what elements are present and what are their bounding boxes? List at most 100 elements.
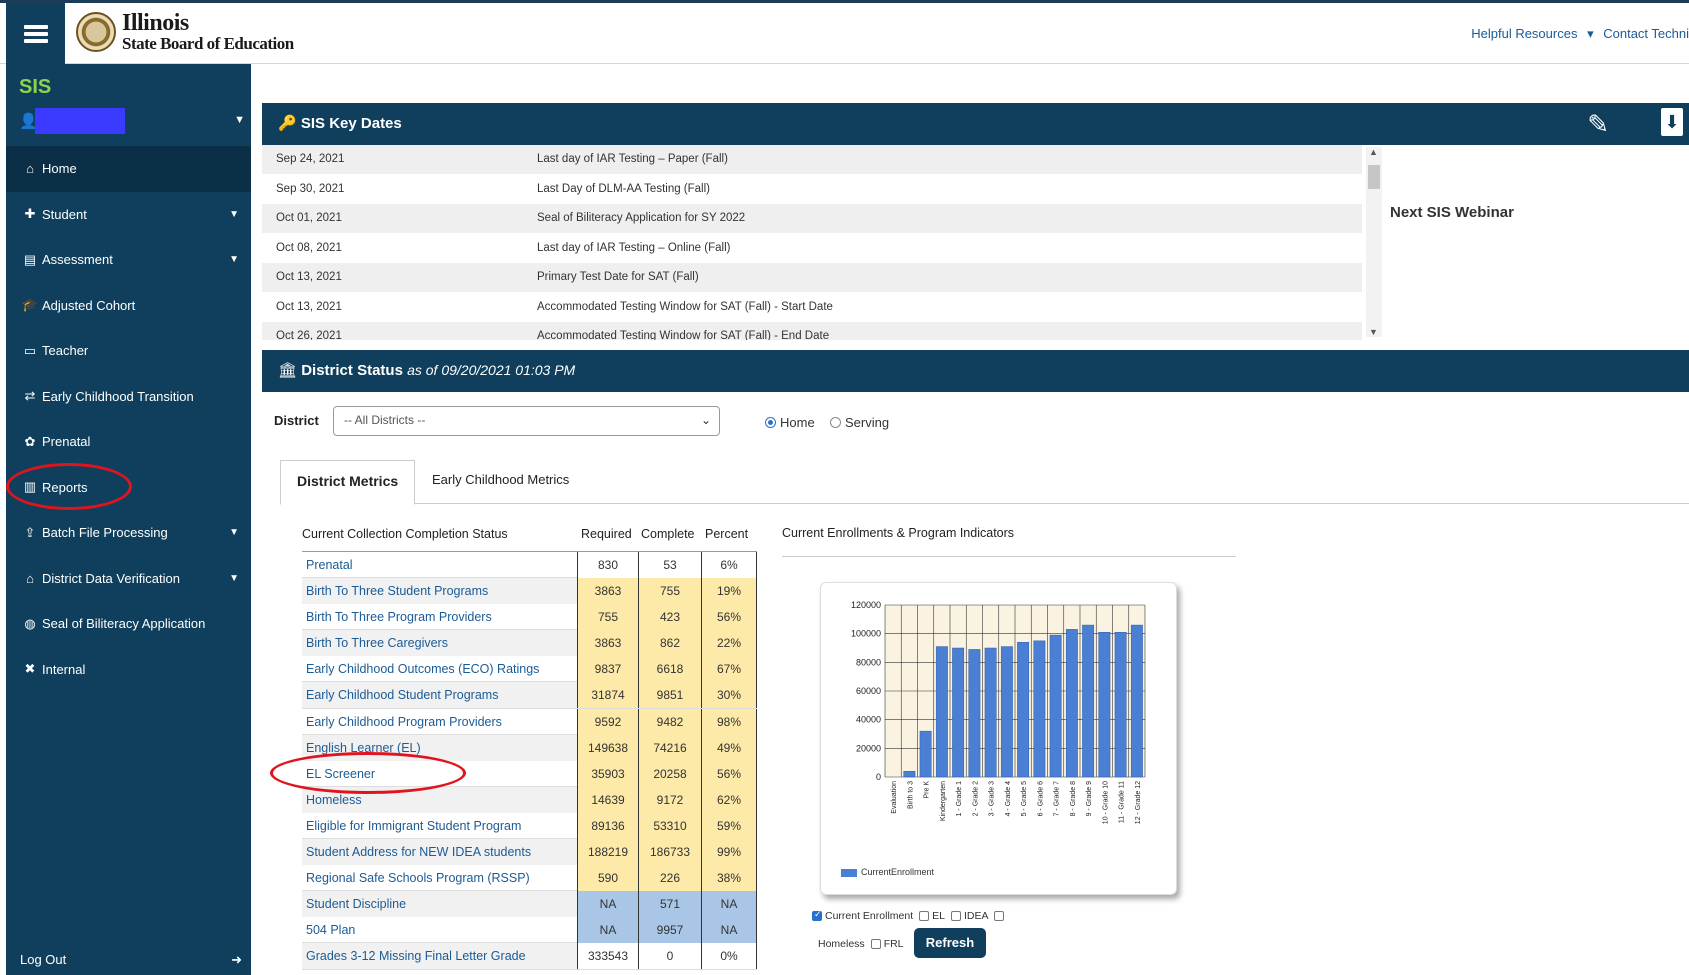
radio-home[interactable]: Home [765, 415, 815, 430]
metric-percent: 67% [701, 656, 757, 683]
metric-link[interactable]: Early Childhood Program Providers [306, 715, 502, 729]
checkbox-current-enrollment[interactable] [812, 909, 822, 921]
sidebar-item-teacher[interactable]: ▭ Teacher [6, 328, 251, 374]
key-date-event: Last day of IAR Testing – Online (Fall) [537, 241, 731, 254]
metric-link[interactable]: Homeless [306, 793, 362, 807]
chart-panel-title: Current Enrollments & Program Indicators [782, 526, 1015, 540]
metric-link[interactable]: Eligible for Immigrant Student Program [306, 819, 521, 833]
metric-link[interactable]: Birth To Three Student Programs [306, 584, 488, 598]
sidebar-item-adjusted-cohort[interactable]: 🎓 Adjusted Cohort [6, 283, 251, 329]
contact-link[interactable]: Contact Techni [1603, 26, 1689, 41]
refresh-button[interactable]: Refresh [914, 928, 986, 958]
key-date-date: Oct 01, 2021 [276, 212, 342, 225]
checkbox-idea[interactable] [950, 911, 961, 921]
key-date-event: Seal of Biliteracy Application for SY 20… [537, 212, 746, 225]
metric-complete: 20258 [638, 760, 701, 787]
metrics-header-percent: Percent [705, 527, 749, 541]
sidebar-item-assessment[interactable]: ▤ Assessment ▼ [6, 237, 251, 283]
caret-down-icon[interactable]: ▼ [234, 114, 245, 126]
sidebar-item-prenatal[interactable]: ✿ Prenatal [6, 419, 251, 465]
chalkboard-icon: ▭ [23, 342, 37, 358]
scroll-thumb[interactable] [1368, 165, 1380, 189]
student-icon: ✚ [24, 206, 36, 222]
metric-link[interactable]: Birth To Three Caregivers [306, 636, 448, 650]
home-icon: ⌂ [26, 161, 34, 177]
bar [1049, 634, 1062, 778]
annotation-ellipse-el-screener [270, 752, 466, 794]
logo-title: Illinois [122, 10, 189, 36]
radio-serving-label: Serving [845, 415, 890, 430]
metric-link[interactable]: Birth To Three Program Providers [306, 610, 492, 624]
baby-icon: ✿ [24, 433, 36, 449]
sidebar-item-student[interactable]: ✚ Student ▼ [6, 192, 251, 238]
district-status-header: 🏛 District Status as of 09/20/2021 01:03… [262, 350, 1689, 392]
scroll-down-icon[interactable]: ▼ [1369, 327, 1378, 337]
bar [1033, 640, 1046, 778]
metric-percent: 56% [701, 760, 757, 787]
x-tick-label: 8 - Grade 8 [1070, 781, 1077, 817]
checkbox-unlabeled[interactable] [994, 911, 1005, 921]
sidebar-item-internal[interactable]: ✖ Internal [6, 647, 251, 693]
metric-link[interactable]: Student Address for NEW IDEA students [306, 845, 531, 859]
y-tick-label: 0 [876, 772, 881, 782]
x-tick-label: 4 - Grade 4 [1005, 781, 1012, 817]
sidebar-item-home[interactable]: ⌂ Home [6, 146, 251, 192]
x-tick-label: 2 - Grade 2 [972, 781, 979, 817]
checkbox-el[interactable] [919, 911, 930, 921]
metric-complete: 186733 [638, 839, 701, 866]
metric-link[interactable]: Grades 3-12 Missing Final Letter Grade [306, 949, 526, 963]
x-tick-label: 12 - Grade 12 [1135, 781, 1142, 824]
sidebar-item-label: Home [42, 161, 77, 177]
caret-down-icon[interactable]: ▼ [229, 254, 239, 265]
metric-link[interactable]: Early Childhood Outcomes (ECO) Ratings [306, 662, 539, 676]
helpful-resources-link[interactable]: Helpful Resources [1471, 26, 1577, 41]
key-dates-scrollbar[interactable]: ▲ ▼ [1366, 147, 1382, 337]
metric-percent: NA [701, 891, 757, 918]
edit-icon[interactable]: ✎ [1587, 109, 1609, 140]
y-tick-label: 100000 [851, 629, 881, 639]
sidebar-item-seal-of-biliteracy-application[interactable]: ◍ Seal of Biliteracy Application [6, 601, 251, 647]
sidebar-item-batch-file-processing[interactable]: ⇪ Batch File Processing ▼ [6, 510, 251, 556]
bar [1082, 624, 1095, 778]
enrollment-chart-svg: 0 20000 40000 60000 80000 100000 120000 Evaluat… [851, 600, 1146, 824]
tab-district-metrics[interactable]: District Metrics [280, 460, 416, 505]
sign-out-icon: ➜ [231, 952, 242, 967]
enrollment-chart: 0 20000 40000 60000 80000 100000 120000 Evaluat… [820, 582, 1177, 895]
caret-down-icon[interactable]: ▾ [1587, 26, 1594, 41]
metrics-header-row: Current Collection Completion Status Req… [302, 524, 757, 552]
divider [782, 556, 1236, 557]
sidebar-item-district-data-verification[interactable]: ⌂ District Data Verification ▼ [6, 556, 251, 602]
metric-required: 830 [577, 552, 638, 578]
radio-serving[interactable]: Serving [830, 415, 889, 430]
logout-label: Log Out [20, 952, 67, 967]
caret-down-icon[interactable]: ▼ [229, 527, 239, 538]
metric-required: 3863 [577, 578, 638, 605]
metric-link[interactable]: 504 Plan [306, 923, 355, 937]
metric-complete: 571 [638, 891, 701, 918]
checkbox-homeless[interactable] [870, 939, 881, 949]
metric-percent: 19% [701, 578, 757, 605]
metric-complete: 862 [638, 630, 701, 657]
metric-link[interactable]: Regional Safe Schools Program (RSSP) [306, 871, 530, 885]
metric-link[interactable]: Prenatal [306, 558, 353, 572]
metric-link[interactable]: Early Childhood Student Programs [306, 688, 498, 702]
metric-complete: 9957 [638, 917, 701, 944]
metric-link[interactable]: Student Discipline [306, 897, 406, 911]
district-select[interactable]: -- All Districts -- ⌄ [333, 406, 720, 436]
radio-button[interactable] [830, 417, 841, 428]
hamburger-menu-icon[interactable] [6, 3, 65, 64]
y-tick-label: 20000 [856, 743, 881, 753]
logout-link[interactable]: Log Out ➜ [20, 952, 242, 967]
scroll-up-icon[interactable]: ▲ [1369, 147, 1378, 157]
isbe-logo[interactable]: Illinois State Board of Education [76, 11, 294, 52]
caret-down-icon[interactable]: ▼ [229, 573, 239, 584]
district-status-timestamp: as of 09/20/2021 01:03 PM [407, 362, 576, 378]
radio-home-label: Home [780, 415, 815, 430]
sidebar-item-early-childhood-transition[interactable]: ⇄ Early Childhood Transition [6, 374, 251, 420]
download-icon[interactable]: ⬇ [1661, 108, 1683, 136]
checkbox-homeless-label: Homeless [818, 938, 865, 950]
tab-early-childhood-metrics[interactable]: Early Childhood Metrics [416, 460, 585, 505]
user-menu[interactable]: 👤 ▼ [19, 108, 247, 134]
radio-button-selected[interactable] [765, 417, 776, 428]
caret-down-icon[interactable]: ▼ [229, 209, 239, 220]
